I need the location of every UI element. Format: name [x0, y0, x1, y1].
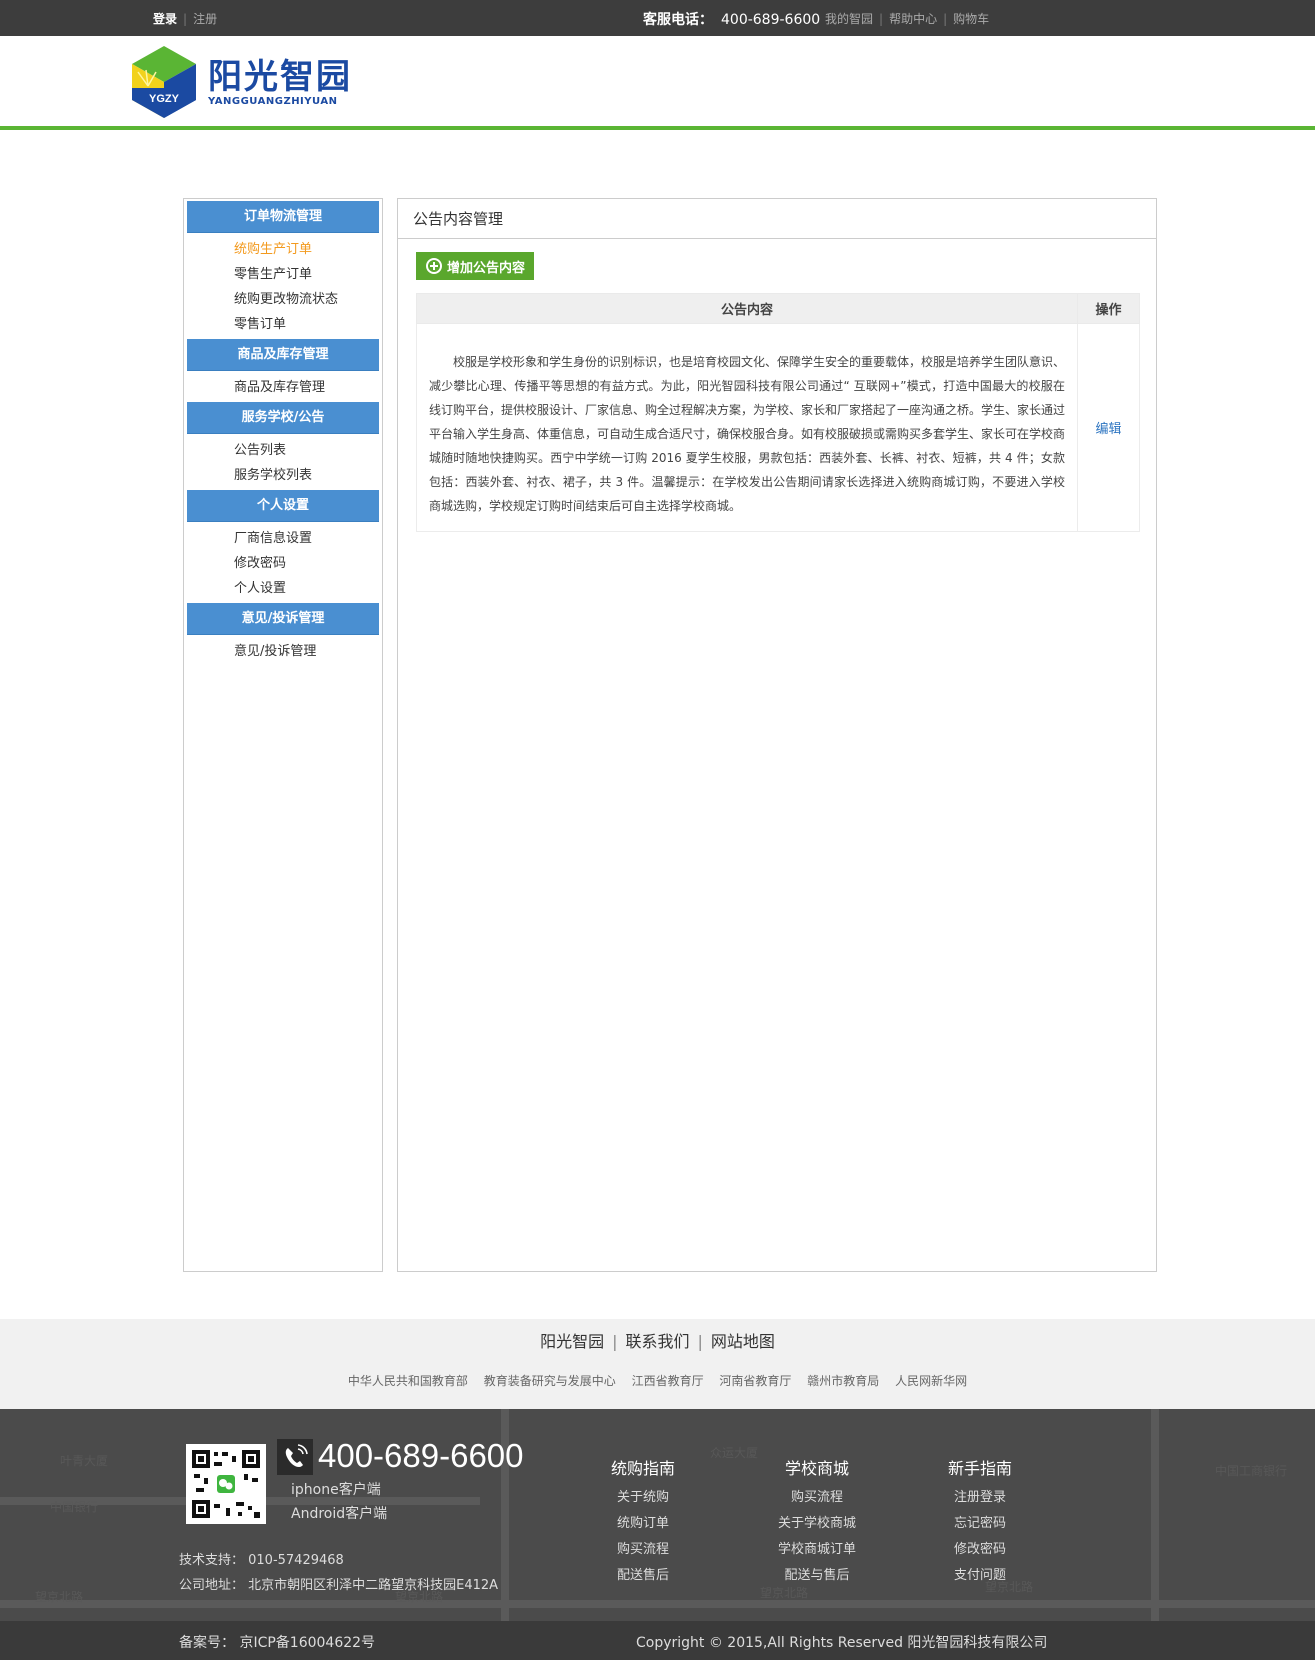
sidebar-item-personal-settings[interactable]: 个人设置 — [234, 576, 382, 601]
partner-link[interactable]: 赣州市教育局 — [807, 1374, 879, 1388]
sidebar-item-feedback[interactable]: 意见/投诉管理 — [234, 639, 382, 664]
help-center-link[interactable]: 帮助中心 — [889, 10, 937, 27]
edit-link[interactable]: 编辑 — [1077, 323, 1140, 532]
divider: | — [183, 11, 188, 26]
auth-links: 登录 | 注册 — [153, 10, 217, 27]
sidebar-item-inventory[interactable]: 商品及库存管理 — [234, 375, 382, 400]
sidebar-item-bulk-logistics-status[interactable]: 统购更改物流状态 — [234, 287, 382, 312]
table-header-row: 公告内容 操作 — [416, 293, 1140, 324]
sidebar-section-feedback[interactable]: 意见/投诉管理 — [187, 603, 379, 635]
table-row: 校服是学校形象和学生身份的识别标识，也是培育校园文化、保障学生安全的重要载体，校… — [416, 323, 1140, 532]
partner-link[interactable]: 河南省教育厅 — [719, 1374, 791, 1388]
plus-circle-icon — [426, 258, 442, 274]
partner-link[interactable]: 教育装备研究与发展中心 — [484, 1374, 616, 1388]
footer-column-beginner: 新手指南 注册登录 忘记密码 修改密码 支付问题 — [920, 1455, 1040, 1589]
footer-column-link[interactable]: 统购订单 — [583, 1511, 703, 1537]
phone-icon — [277, 1439, 313, 1475]
footer-column-link[interactable]: 购买流程 — [583, 1537, 703, 1563]
sidebar-item-announcements[interactable]: 公告列表 — [234, 438, 382, 463]
divider: | — [943, 11, 948, 26]
partner-link[interactable]: 江西省教育厅 — [632, 1374, 704, 1388]
top-nav: 我的智园 | 帮助中心 | 购物车 — [825, 10, 989, 27]
svg-text:望京北路: 望京北路 — [35, 1589, 83, 1604]
announcement-content: 校服是学校形象和学生身份的识别标识，也是培育校园文化、保障学生安全的重要载体，校… — [416, 323, 1078, 532]
footer-main-links: 阳光智园 | 联系我们 | 网站地图 — [0, 1328, 1315, 1352]
footer-column-link[interactable]: 注册登录 — [920, 1485, 1040, 1511]
footer-info: 叶青大厦 中国银行 众运大厦 中国工商银行 望京北路 望京北路 望京北路 望京北… — [0, 1409, 1315, 1660]
site-header: YGZY 阳光智园 YANGGUANGZHIYUAN — [0, 36, 1315, 130]
sidebar-section-personal[interactable]: 个人设置 — [187, 490, 379, 522]
footer-column-link[interactable]: 学校商城订单 — [757, 1537, 877, 1563]
hotline: 客服电话： 400-689-6600 — [643, 9, 820, 29]
site-logo[interactable]: YGZY 阳光智园 YANGGUANGZHIYUAN — [130, 44, 352, 120]
icp-record: 备案号： 京ICP备16004622号 — [179, 1635, 376, 1651]
announcement-table: 公告内容 操作 校服是学校形象和学生身份的识别标识，也是培育校园文化、保障学生安… — [416, 293, 1140, 532]
partner-link[interactable]: 中华人民共和国教育部 — [348, 1374, 468, 1388]
svg-text:中国工商银行: 中国工商银行 — [1215, 1463, 1287, 1478]
footer-column-link[interactable]: 关于学校商城 — [757, 1511, 877, 1537]
my-zhiyuan-link[interactable]: 我的智园 — [825, 10, 873, 27]
footer-column-link[interactable]: 修改密码 — [920, 1537, 1040, 1563]
footer-column-title: 新手指南 — [947, 1459, 1012, 1478]
sidebar-section-orders[interactable]: 订单物流管理 — [187, 201, 379, 233]
footer-column-link[interactable]: 购买流程 — [757, 1485, 877, 1511]
copyright: Copyright © 2015,All Rights Reserved 阳光智… — [636, 1635, 1048, 1651]
sidebar: 订单物流管理 统购生产订单 零售生产订单 统购更改物流状态 零售订单 商品及库存… — [183, 198, 383, 1272]
bottom-bar: 备案号： 京ICP备16004622号 Copyright © 2015,All… — [0, 1621, 1315, 1660]
sidebar-item-retail-production-orders[interactable]: 零售生产订单 — [234, 262, 382, 287]
svg-text:中国银行: 中国银行 — [50, 1499, 98, 1514]
sidebar-item-schools[interactable]: 服务学校列表 — [234, 463, 382, 488]
partner-links: 中华人民共和国教育部 教育装备研究与发展中心 江西省教育厅 河南省教育厅 赣州市… — [0, 1372, 1315, 1389]
partner-link[interactable]: 人民网新华网 — [895, 1374, 967, 1388]
sidebar-item-vendor-info[interactable]: 厂商信息设置 — [234, 526, 382, 551]
svg-text:YGZY: YGZY — [149, 93, 180, 105]
hotline-label: 客服电话： — [643, 12, 713, 28]
footer-column-link[interactable]: 配送售后 — [583, 1563, 703, 1589]
divider: | — [612, 1332, 618, 1351]
divider: | — [697, 1332, 703, 1351]
main-panel: 公告内容管理 增加公告内容 公告内容 操作 校服是学校形象和学生身份的识别标识，… — [397, 198, 1157, 1272]
svg-text:叶青大厦: 叶青大厦 — [60, 1454, 108, 1468]
footer-column-bulk: 统购指南 关于统购 统购订单 购买流程 配送售后 — [583, 1455, 703, 1589]
footer-column-title: 统购指南 — [610, 1459, 675, 1478]
logo-cube-icon: YGZY — [130, 44, 198, 120]
footer-links: 阳光智园 | 联系我们 | 网站地图 中华人民共和国教育部 教育装备研究与发展中心 江西… — [0, 1319, 1315, 1409]
company-address: 公司地址： 北京市朝阳区利泽中二路望京科技园E412A — [179, 1578, 499, 1593]
footer-column-link[interactable]: 关于统购 — [583, 1485, 703, 1511]
footer-link-home[interactable]: 阳光智园 — [540, 1332, 604, 1351]
sidebar-item-bulk-production-orders[interactable]: 统购生产订单 — [234, 237, 382, 262]
sidebar-section-schools[interactable]: 服务学校/公告 — [187, 402, 379, 434]
top-bar: 登录 | 注册 客服电话： 400-689-6600 我的智园 | 帮助中心 | … — [0, 0, 1315, 36]
footer-link-contact[interactable]: 联系我们 — [625, 1332, 689, 1351]
sidebar-item-retail-orders[interactable]: 零售订单 — [234, 312, 382, 337]
column-header-action: 操作 — [1077, 293, 1140, 324]
footer-phone-number: 400-689-6600 — [318, 1437, 524, 1474]
sidebar-item-change-password[interactable]: 修改密码 — [234, 551, 382, 576]
add-announcement-label: 增加公告内容 — [447, 259, 526, 275]
logo-en: YANGGUANGZHIYUAN — [208, 95, 338, 107]
login-link[interactable]: 登录 — [153, 10, 177, 27]
footer-link-sitemap[interactable]: 网站地图 — [711, 1332, 775, 1351]
page-title: 公告内容管理 — [398, 199, 1156, 239]
footer-column-link[interactable]: 支付问题 — [920, 1563, 1040, 1589]
column-header-content: 公告内容 — [416, 293, 1078, 324]
logo-cn: 阳光智园 — [208, 56, 352, 97]
svg-text:众运大厦: 众运大厦 — [710, 1446, 758, 1460]
divider: | — [879, 11, 884, 26]
android-client-link[interactable]: Android客户端 — [291, 1503, 387, 1523]
footer-column-link[interactable]: 忘记密码 — [920, 1511, 1040, 1537]
footer-column-link[interactable]: 配送与售后 — [757, 1563, 877, 1589]
logo-text: 阳光智园 YANGGUANGZHIYUAN — [208, 58, 352, 107]
add-announcement-button[interactable]: 增加公告内容 — [416, 252, 534, 280]
iphone-client-link[interactable]: iphone客户端 — [291, 1479, 381, 1499]
tech-support: 技术支持： 010-57429468 — [179, 1553, 344, 1568]
qr-code — [186, 1444, 266, 1524]
sidebar-section-inventory[interactable]: 商品及库存管理 — [187, 339, 379, 371]
register-link[interactable]: 注册 — [193, 10, 217, 27]
hotline-number: 400-689-6600 — [721, 12, 821, 28]
footer-column-title: 学校商城 — [784, 1459, 849, 1478]
footer-column-school-mall: 学校商城 购买流程 关于学校商城 学校商城订单 配送与售后 — [757, 1455, 877, 1589]
cart-link[interactable]: 购物车 — [953, 10, 989, 27]
